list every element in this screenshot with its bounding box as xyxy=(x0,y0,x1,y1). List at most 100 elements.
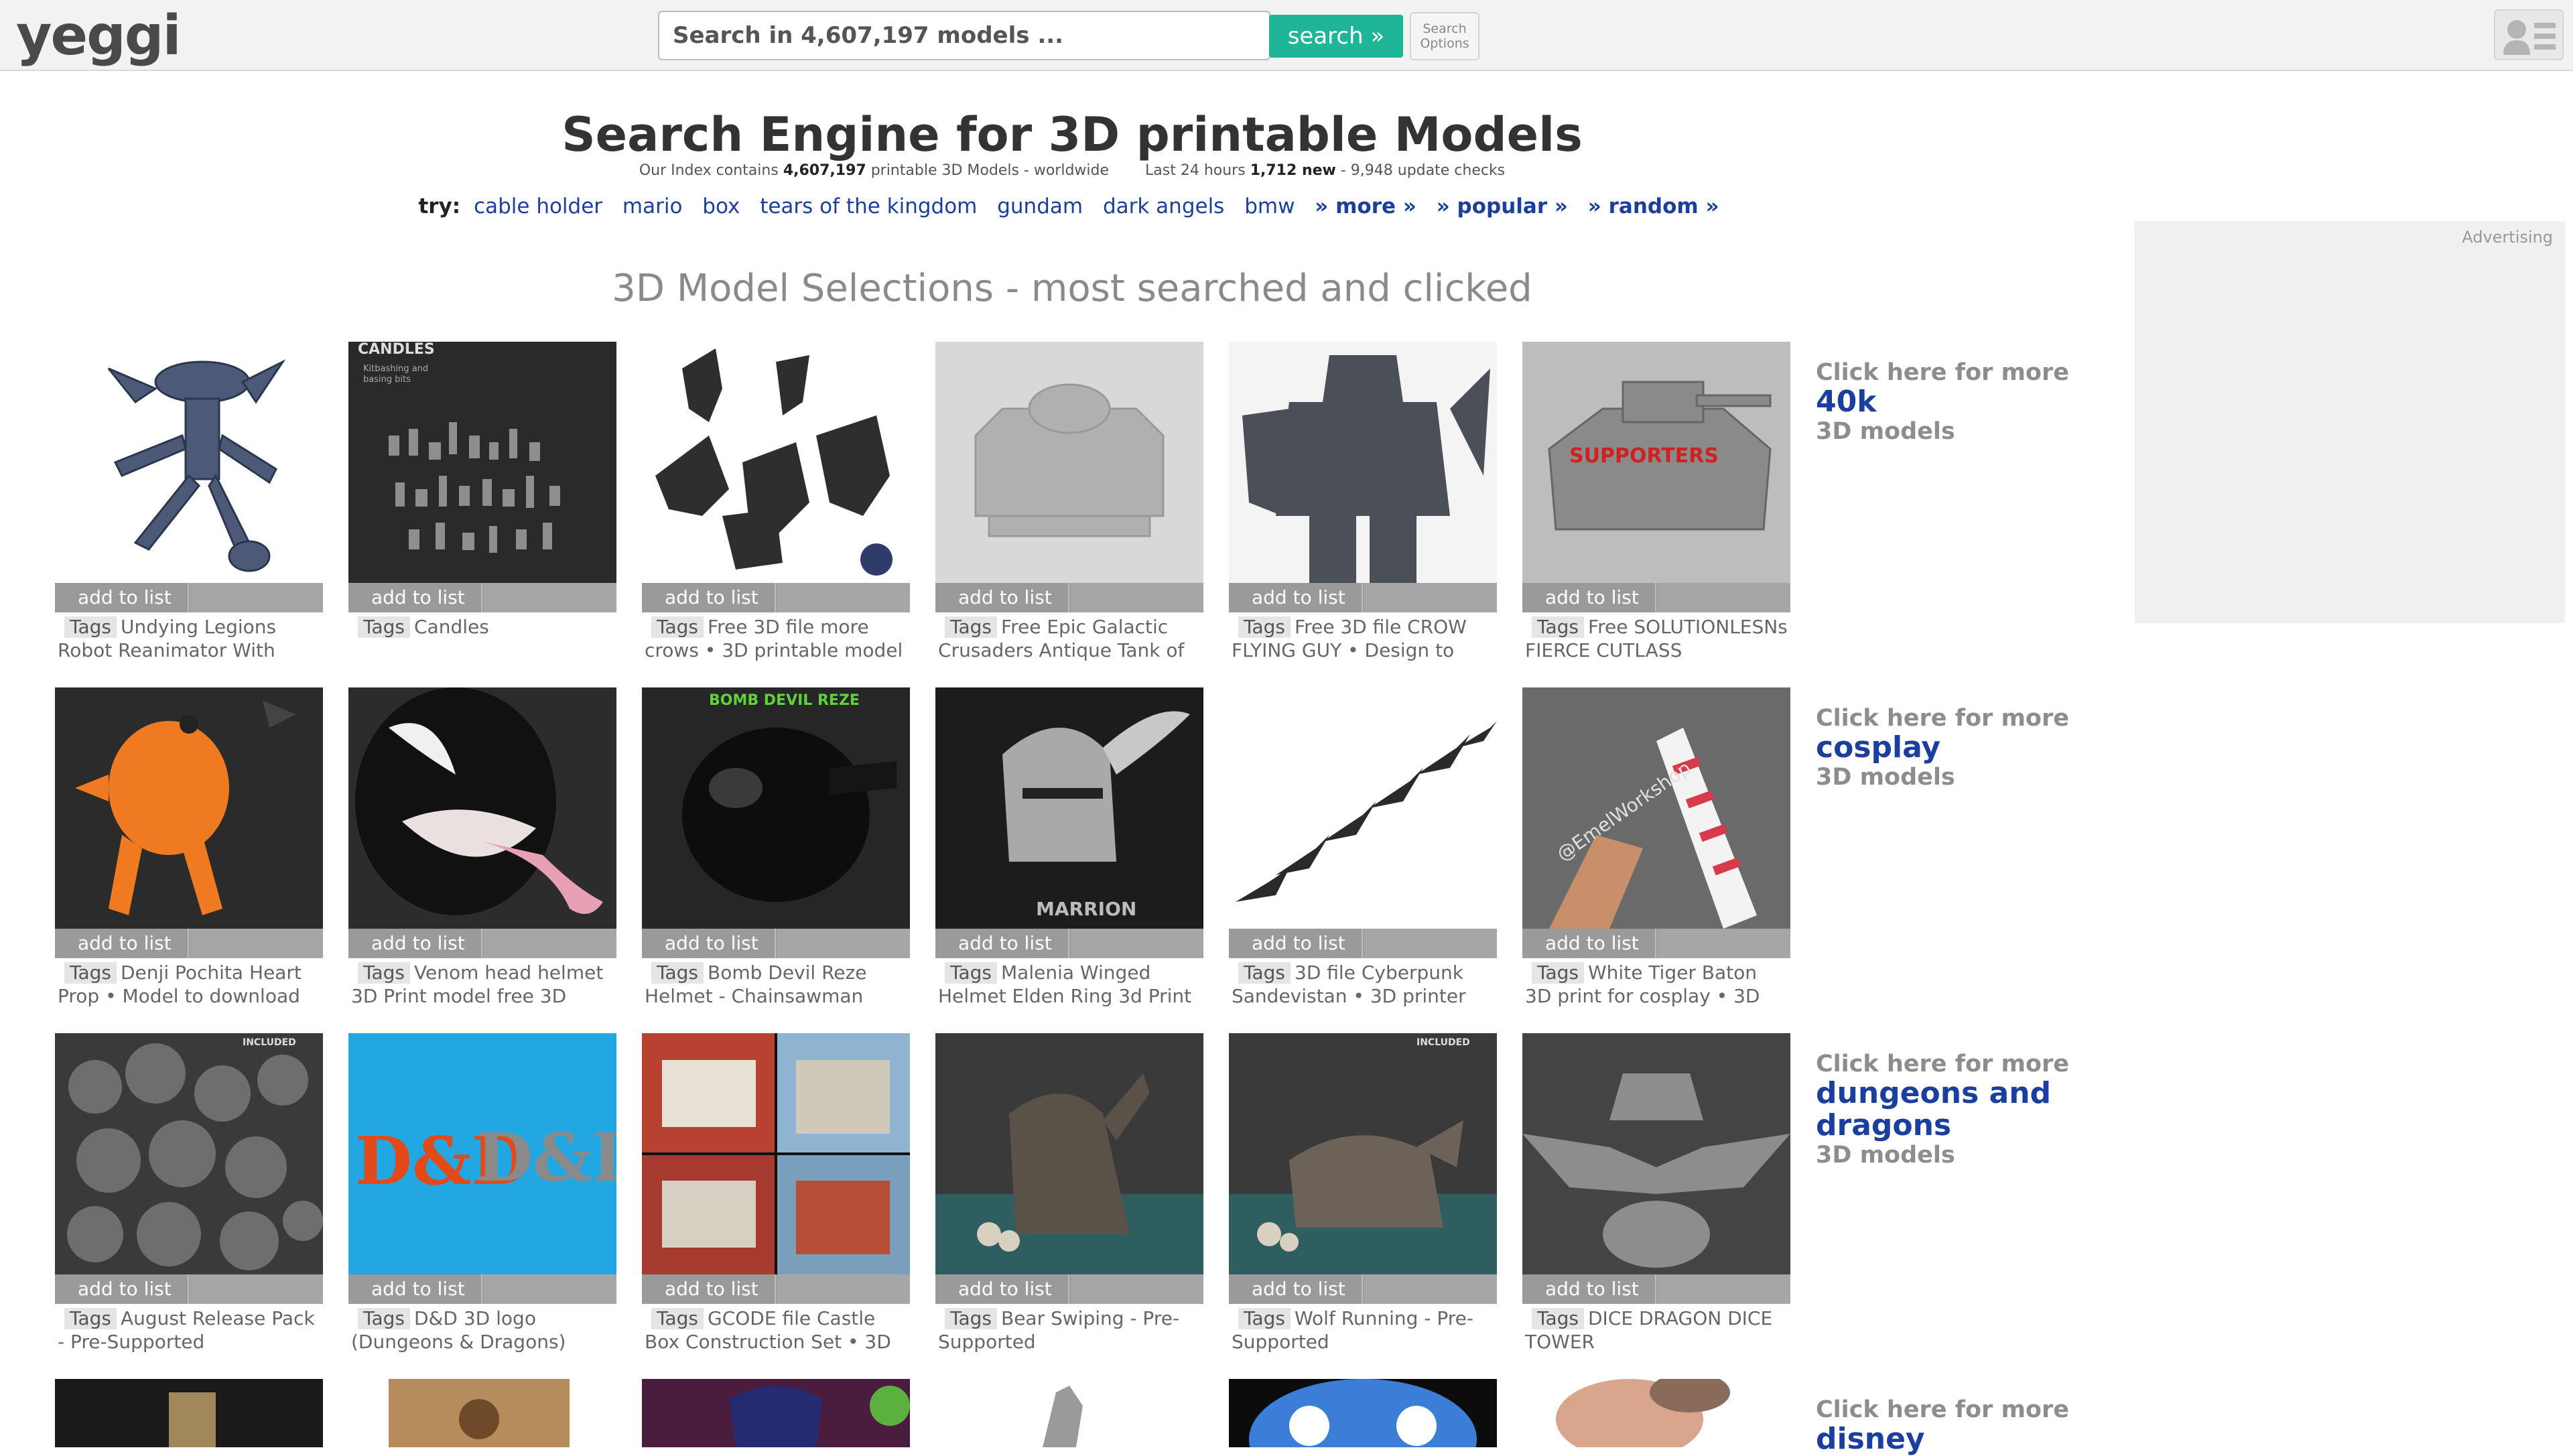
model-description[interactable]: Tags D&D 3D logo (Dungeons & Dragons) xyxy=(348,1304,616,1353)
add-to-list-button[interactable]: add to list xyxy=(55,1274,189,1304)
more-category-40k[interactable]: Click here for more 40k 3D models xyxy=(1816,359,2097,445)
tags-badge[interactable]: Tags xyxy=(945,616,997,638)
model-thumbnail[interactable] xyxy=(55,342,323,583)
user-account-button[interactable] xyxy=(2494,9,2564,60)
model-thumbnail[interactable] xyxy=(1522,1033,1790,1274)
add-to-list-button[interactable]: add to list xyxy=(1229,929,1363,958)
add-to-list-button[interactable]: add to list xyxy=(1522,1274,1656,1304)
add-to-list-bar[interactable]: add to list xyxy=(1229,929,1497,958)
tags-badge[interactable]: Tags xyxy=(1532,1308,1584,1329)
model-card[interactable]: add to list Tags Venom head helmet 3D Pri… xyxy=(348,687,616,1008)
model-description[interactable]: Tags August Release Pack - Pre-Supported xyxy=(55,1304,323,1353)
model-card[interactable] xyxy=(1522,1379,1790,1447)
model-thumbnail[interactable] xyxy=(55,687,323,929)
model-description[interactable]: Tags Free SOLUTIONLESNs FIERCE CUTLASS xyxy=(1522,612,1790,662)
more-category-dungeons-and-dragons[interactable]: Click here for more dungeons and dragons… xyxy=(1816,1051,2097,1169)
model-description[interactable]: Tags Malenia Winged Helmet Elden Ring 3d … xyxy=(935,958,1203,1008)
tags-badge[interactable]: Tags xyxy=(1532,962,1584,984)
model-thumbnail[interactable] xyxy=(55,1379,323,1447)
more-keyword[interactable]: cosplay xyxy=(1816,732,2097,764)
model-card[interactable]: add to list Tags Free 3D file CROW FLYING… xyxy=(1229,342,1497,662)
model-thumbnail[interactable]: MARRION xyxy=(935,687,1203,929)
model-description[interactable]: Tags Bomb Devil Reze Helmet - Chainsawman xyxy=(642,958,910,1008)
add-to-list-button[interactable]: add to list xyxy=(1522,583,1656,612)
model-card[interactable]: add to list Tags DICE DRAGON DICE TOWER xyxy=(1522,1033,1790,1353)
model-card[interactable]: add to list Tags GCODE file Castle Box Co… xyxy=(642,1033,910,1353)
add-to-list-button[interactable]: add to list xyxy=(348,1274,482,1304)
model-thumbnail[interactable]: @EmelWorkshop xyxy=(1522,687,1790,929)
add-to-list-bar[interactable]: add to list xyxy=(1522,1274,1790,1304)
more-link[interactable]: » more » xyxy=(1315,194,1416,218)
add-to-list-button[interactable]: add to list xyxy=(935,583,1069,612)
model-card[interactable]: D&D D&D add to list TagsD&D 3D logo (Dun… xyxy=(348,1033,616,1353)
model-thumbnail[interactable] xyxy=(642,1033,910,1274)
model-thumbnail[interactable]: CANDLES Kitbashing and basing bits xyxy=(348,342,616,583)
tags-badge[interactable]: Tags xyxy=(1532,616,1584,638)
model-thumbnail[interactable]: BOMB DEVIL REZE xyxy=(642,687,910,929)
add-to-list-bar[interactable]: add to list xyxy=(642,583,910,612)
site-logo[interactable]: yeggi xyxy=(16,4,182,68)
add-to-list-button[interactable]: add to list xyxy=(348,583,482,612)
popular-link[interactable]: » popular » xyxy=(1437,194,1568,218)
try-link[interactable]: cable holder xyxy=(474,194,602,218)
search-input[interactable] xyxy=(673,12,1249,59)
model-thumbnail[interactable]: D&D D&D xyxy=(348,1033,616,1274)
model-description[interactable]: Tags Candles xyxy=(348,612,616,662)
search-options-button[interactable]: Search Options xyxy=(1410,12,1479,60)
tags-badge[interactable]: Tags xyxy=(651,962,704,984)
model-card[interactable] xyxy=(55,1379,323,1447)
model-thumbnail[interactable]: SUPPORTERS xyxy=(1522,342,1790,583)
model-thumbnail[interactable] xyxy=(348,1379,616,1447)
search-button[interactable]: search » xyxy=(1269,15,1403,58)
tags-badge[interactable]: Tags xyxy=(651,616,704,638)
add-to-list-button[interactable]: add to list xyxy=(1522,929,1656,958)
try-link[interactable]: box xyxy=(702,194,740,218)
model-card[interactable]: CANDLES Kitbashing and basing bits add t… xyxy=(348,342,616,662)
model-card[interactable] xyxy=(935,1379,1203,1447)
advertising-box[interactable]: Advertising xyxy=(2135,221,2565,623)
model-thumbnail[interactable] xyxy=(642,1379,910,1447)
model-card[interactable]: SUPPORTERS add to list Tags Free SOLUTION… xyxy=(1522,342,1790,662)
add-to-list-button[interactable]: add to list xyxy=(55,583,189,612)
try-link[interactable]: dark angels xyxy=(1103,194,1224,218)
tags-badge[interactable]: Tags xyxy=(945,1308,997,1329)
model-description[interactable]: Tags Wolf Running - Pre-Supported xyxy=(1229,1304,1497,1353)
model-card[interactable]: add to list Tags 3D file Cyberpunk Sandev… xyxy=(1229,687,1497,1008)
more-keyword[interactable]: dungeons and dragons xyxy=(1816,1077,2097,1142)
search-box[interactable] xyxy=(658,11,1270,60)
add-to-list-button[interactable]: add to list xyxy=(642,929,776,958)
model-card[interactable]: @EmelWorkshop add to list Tags White Tige… xyxy=(1522,687,1790,1008)
add-to-list-bar[interactable]: add to list xyxy=(348,929,616,958)
model-description[interactable]: Tags GCODE file Castle Box Construction S… xyxy=(642,1304,910,1353)
tags-badge[interactable]: Tags xyxy=(1238,616,1291,638)
model-description[interactable]: Tags Denji Pochita Heart Prop • Model to … xyxy=(55,958,323,1008)
more-category-disney[interactable]: Click here for more disney xyxy=(1816,1396,2097,1455)
tags-badge[interactable]: Tags xyxy=(358,616,410,638)
model-description[interactable]: Tags DICE DRAGON DICE TOWER xyxy=(1522,1304,1790,1353)
tags-badge[interactable]: Tags xyxy=(64,616,117,638)
model-card[interactable] xyxy=(642,1379,910,1447)
add-to-list-button[interactable]: add to list xyxy=(642,1274,776,1304)
model-thumbnail[interactable] xyxy=(935,1033,1203,1274)
model-thumbnail[interactable]: INCLUDED xyxy=(55,1033,323,1274)
model-description[interactable]: Tags 3D file Cyberpunk Sandevistan • 3D p… xyxy=(1229,958,1497,1008)
model-card[interactable]: INCLUDED add to list Tags August Release … xyxy=(55,1033,323,1353)
model-thumbnail[interactable] xyxy=(935,1379,1203,1447)
try-link[interactable]: mario xyxy=(622,194,683,218)
tags-badge[interactable]: Tags xyxy=(64,1308,117,1329)
model-description[interactable]: Tags Bear Swiping - Pre-Supported xyxy=(935,1304,1203,1353)
model-card[interactable] xyxy=(1229,1379,1497,1447)
model-description[interactable]: Tags Undying Legions Robot Reanimator Wit… xyxy=(55,612,323,662)
add-to-list-bar[interactable]: add to list xyxy=(1522,929,1790,958)
model-card[interactable] xyxy=(348,1379,616,1447)
add-to-list-bar[interactable]: add to list xyxy=(642,929,910,958)
model-card[interactable]: INCLUDED add to list Tags Wolf Running - … xyxy=(1229,1033,1497,1353)
add-to-list-bar[interactable]: add to list xyxy=(55,1274,323,1304)
more-keyword[interactable]: disney xyxy=(1816,1423,2097,1455)
tags-badge[interactable]: Tags xyxy=(1238,1308,1291,1329)
model-card[interactable]: MARRION add to list Tags Malenia Winged H… xyxy=(935,687,1203,1008)
model-thumbnail[interactable] xyxy=(642,342,910,583)
model-description[interactable]: Tags Free 3D file CROW FLYING GUY • Desig… xyxy=(1229,612,1497,662)
tags-badge[interactable]: Tags xyxy=(945,962,997,984)
model-card[interactable]: add to list Tags Undying Legions Robot Re… xyxy=(55,342,323,662)
